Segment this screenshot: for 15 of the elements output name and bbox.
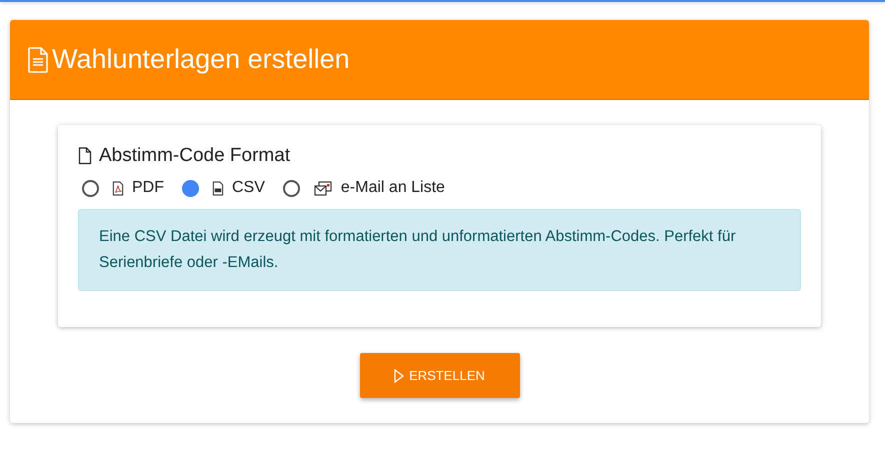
envelope-icon [312,180,333,196]
option-label[interactable]: e-Mail an Liste [340,179,445,197]
csv-file-icon [212,180,224,196]
radio-button[interactable] [182,180,199,196]
pdf-file-icon [112,180,124,196]
option-label[interactable]: CSV [232,179,265,197]
option-label[interactable]: PDF [132,179,164,197]
radio-button[interactable] [282,180,300,196]
document-icon [28,46,48,72]
play-icon [394,368,404,382]
file-icon [78,147,92,165]
info-message: Eine CSV Datei wird erzeugt mit formatierten und unformatierten Abstimm-Codes. Perfekt für Serienbriefe oder -EMails. [78,209,801,291]
page-title: Wahlunterlagen erstellen [52,44,350,75]
card-title: Abstimm-Code Format [99,145,290,167]
radio-button[interactable] [82,180,99,196]
